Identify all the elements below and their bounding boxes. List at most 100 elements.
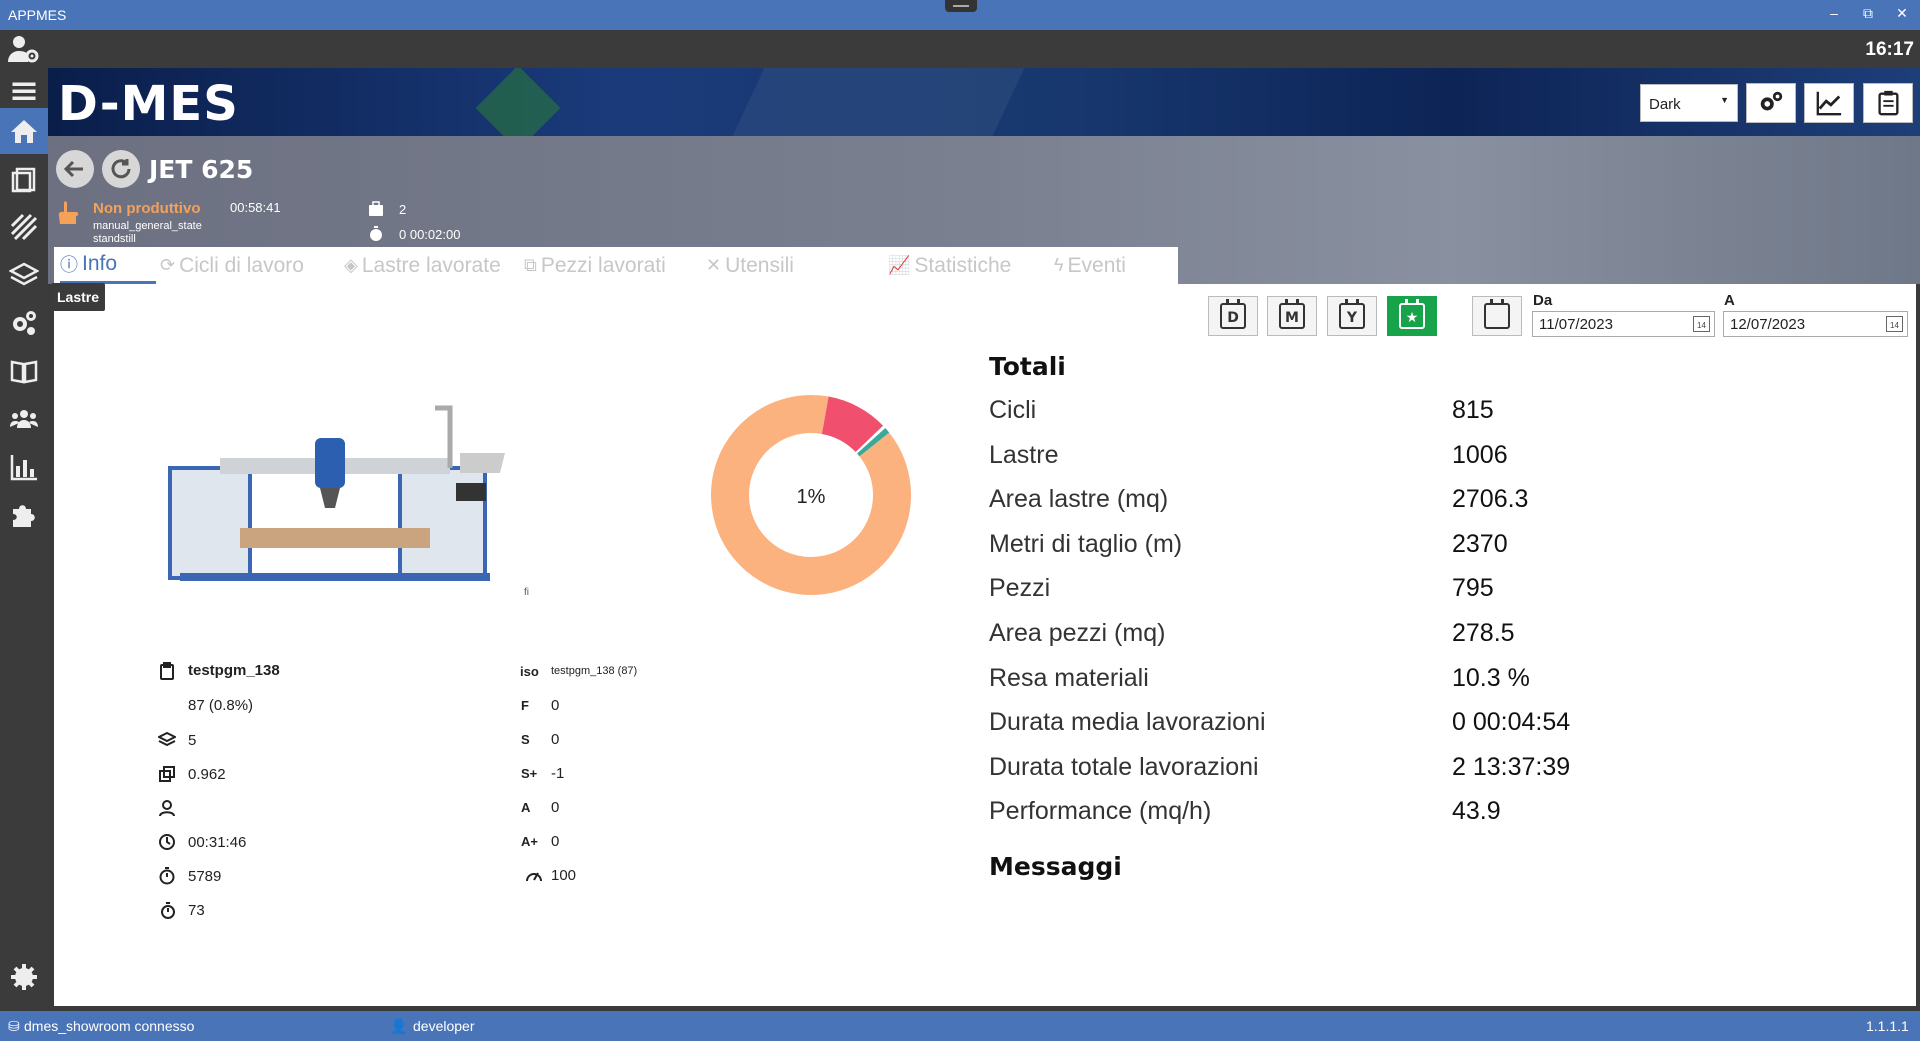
totals-row-value: 0 00:04:54 — [1452, 708, 1571, 736]
tab-bar: ⓘ Info ⟳ Cicli di lavoro ◈ Lastre lavorate … — [54, 247, 1178, 284]
from-date-input[interactable]: 11/07/2023 14 — [1532, 311, 1715, 337]
calendar-picker-icon[interactable]: 14 — [1886, 316, 1903, 332]
splus-key: S+ — [521, 766, 538, 781]
database-icon: ⛁ — [8, 1018, 20, 1034]
totals-row-value: 43.9 — [1452, 797, 1501, 825]
clock-icon — [158, 833, 176, 851]
bolt-icon: ϟ — [1054, 255, 1064, 275]
totals-row-value: 1006 — [1452, 441, 1508, 469]
to-label: A — [1724, 292, 1735, 309]
briefcase-icon — [368, 201, 384, 217]
clock: 16:17 — [1865, 39, 1914, 60]
chevron-down-icon: ▼ — [1720, 95, 1729, 105]
restore-button[interactable]: ⧉ — [1858, 5, 1878, 22]
totals-row-label: Resa materiali — [989, 664, 1149, 692]
app-version: 1.1.1.1 — [1866, 1018, 1909, 1034]
clipboard-icon — [1878, 90, 1899, 116]
year-filter-button[interactable]: Y — [1327, 296, 1377, 336]
back-button[interactable] — [56, 150, 94, 188]
day-filter-button[interactable]: D — [1208, 296, 1258, 336]
drag-handle[interactable] — [945, 0, 977, 12]
sidebar-tooltip: Lastre — [51, 283, 106, 311]
tab-cicli-di-lavoro[interactable]: ⟳ Cicli di lavoro — [160, 247, 304, 284]
clipboard-button[interactable] — [1863, 83, 1913, 123]
arrow-left-icon — [63, 160, 83, 178]
f-key: F — [521, 698, 529, 713]
info-icon: ⓘ — [60, 255, 78, 275]
chart-icon — [1816, 91, 1842, 116]
book-icon[interactable] — [0, 348, 48, 394]
puzzle-icon[interactable] — [0, 492, 48, 538]
totals-row-value: 2 13:37:39 — [1452, 753, 1571, 781]
totals-row-value: 795 — [1452, 574, 1494, 602]
tab-eventi[interactable]: ϟ Eventi — [1054, 247, 1126, 284]
tab-info[interactable]: ⓘ Info — [60, 247, 156, 284]
bar-chart-icon[interactable] — [0, 444, 48, 490]
settings-icon[interactable] — [0, 954, 48, 1000]
program-name: testpgm_138 — [188, 662, 280, 679]
totals-row-label: Area pezzi (mq) — [989, 619, 1166, 647]
current-user: developer — [413, 1018, 475, 1034]
calendar-month-icon: M — [1279, 299, 1305, 329]
stripes-icon[interactable] — [0, 204, 48, 250]
calendar-picker-icon[interactable]: 14 — [1693, 316, 1710, 332]
totals-row-value: 2706.3 — [1452, 485, 1529, 513]
refresh-button[interactable] — [102, 150, 140, 188]
users-gear-icon[interactable] — [0, 30, 48, 68]
clipboard-icon[interactable] — [0, 156, 48, 202]
totals-title: Totali — [989, 352, 1066, 381]
clipboard-icon — [158, 662, 176, 680]
settings-button[interactable] — [1746, 83, 1796, 123]
machine-image: fi — [168, 405, 529, 598]
tab-utensili[interactable]: ✕ Utensili — [706, 247, 794, 284]
theme-select-value: Dark — [1649, 96, 1681, 113]
line-chart-icon: 📈 — [888, 255, 911, 275]
s-key: S — [521, 732, 530, 747]
f-value: 0 — [551, 697, 560, 714]
home-icon[interactable] — [0, 108, 48, 154]
machine-state: Non produttivo — [93, 200, 201, 217]
calendar-star-icon: ★ — [1399, 299, 1425, 329]
image-caption: fi — [524, 587, 529, 598]
tools-icon: ✕ — [706, 255, 722, 275]
totals-row-label: Pezzi — [989, 574, 1051, 602]
totals-row-label: Durata totale lavorazioni — [989, 753, 1259, 781]
hand-icon — [56, 200, 80, 226]
gears-icon[interactable] — [0, 300, 48, 346]
custom-filter-button[interactable]: ★ — [1387, 296, 1437, 336]
totals-row-label: Performance (mq/h) — [989, 797, 1212, 825]
close-button[interactable]: ✕ — [1892, 5, 1912, 22]
donut-center-label: 1% — [797, 486, 826, 508]
totals-row-label: Durata media lavorazioni — [989, 708, 1266, 736]
totals-row-value: 2370 — [1452, 530, 1508, 558]
window-title: APPMES — [8, 7, 67, 23]
tab-pezzi-lavorati[interactable]: ⧉ Pezzi lavorati — [524, 247, 666, 284]
totals-row-label: Cicli — [989, 396, 1037, 424]
s-value: 0 — [551, 731, 560, 748]
title-bar: APPMES ‒ ⧉ ✕ — [0, 0, 1920, 30]
user-icon: 👤 — [390, 1018, 408, 1034]
layers-icon[interactable] — [0, 252, 48, 298]
month-filter-button[interactable]: M — [1267, 296, 1317, 336]
tab-lastre-lavorate[interactable]: ◈ Lastre lavorate — [344, 247, 501, 284]
machine-title: JET 625 — [149, 155, 254, 184]
theme-select[interactable]: Dark ▼ — [1640, 84, 1738, 122]
calendar-year-icon: Y — [1339, 299, 1365, 329]
team-icon[interactable] — [0, 396, 48, 442]
refresh-icon — [111, 159, 131, 179]
calendar-range-button[interactable] — [1472, 296, 1522, 336]
chart-button[interactable] — [1804, 83, 1854, 123]
totals-row-label: Area lastre (mq) — [989, 485, 1169, 513]
tab-statistiche[interactable]: 📈 Statistiche — [888, 247, 1011, 284]
to-date-input[interactable]: 12/07/2023 14 — [1723, 311, 1908, 337]
calendar-day-icon: D — [1220, 299, 1246, 329]
stopwatch-value: 5789 — [188, 868, 222, 885]
top-bar: 16:17 — [0, 30, 1920, 68]
splus-value: -1 — [551, 765, 565, 782]
refresh-icon: ⟳ — [160, 255, 176, 275]
aplus-key: A+ — [521, 834, 538, 849]
pieces-icon: ⧉ — [524, 255, 537, 275]
totals-row-value: 10.3 % — [1452, 664, 1530, 692]
minimize-button[interactable]: ‒ — [1824, 5, 1844, 21]
speed-value: 100 — [551, 867, 577, 884]
